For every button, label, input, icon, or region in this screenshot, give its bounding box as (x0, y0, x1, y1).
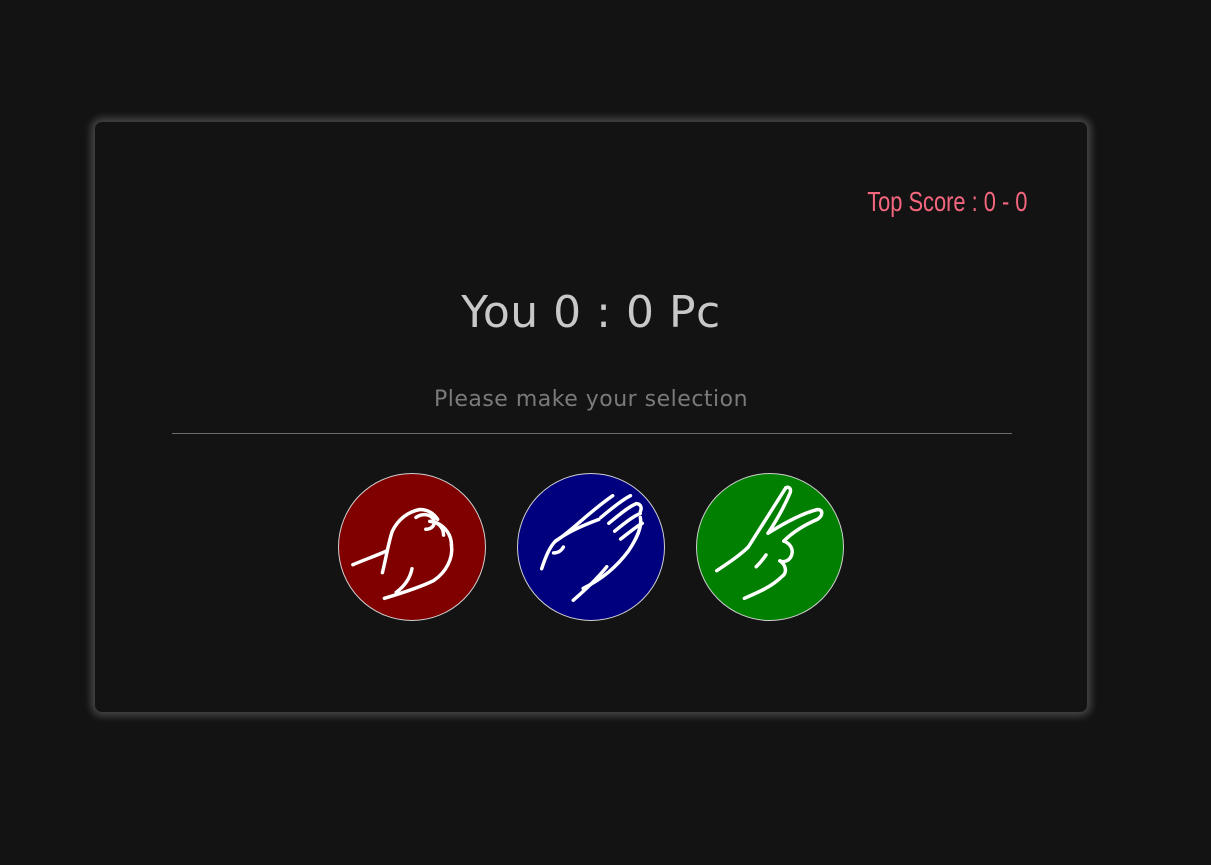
status-message: Please make your selection (433, 387, 749, 412)
you-label: You (461, 287, 539, 338)
game-card: Top Score : 0 - 0 You 0 : 0 Pc Please ma… (95, 122, 1087, 712)
top-score: Top Score : 0 - 0 (866, 186, 1027, 217)
scissors-button[interactable] (696, 473, 844, 621)
score-separator: : (596, 287, 612, 338)
you-score: 0 (553, 287, 582, 338)
divider (172, 433, 1012, 434)
paper-hand-icon (539, 493, 645, 602)
choice-buttons (95, 473, 1087, 621)
paper-button[interactable] (517, 473, 665, 621)
rock-button[interactable] (338, 473, 486, 621)
pc-label: Pc (668, 287, 721, 338)
rock-hand-icon (351, 507, 454, 601)
scoreboard: You 0 : 0 Pc (95, 287, 1087, 338)
scissors-hand-icon (715, 485, 824, 601)
pc-score: 0 (625, 287, 655, 338)
